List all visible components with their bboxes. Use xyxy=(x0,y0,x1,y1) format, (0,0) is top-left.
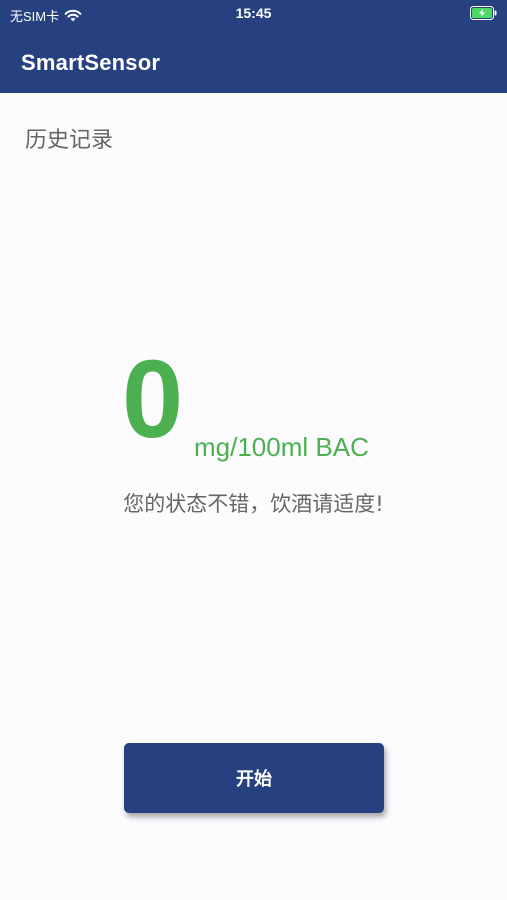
battery-charging-icon xyxy=(470,6,497,20)
start-button-label: 开始 xyxy=(236,769,272,790)
app-title: SmartSensor xyxy=(21,50,161,75)
history-link[interactable]: 历史记录 xyxy=(25,122,113,154)
clock: 15:45 xyxy=(235,5,272,21)
bac-reading-value: 0 xyxy=(122,338,184,461)
bac-reading-unit: mg/100ml BAC xyxy=(194,432,369,462)
status-bar: 无SIM卡 15:45 xyxy=(0,0,507,28)
app-screen: 无SIM卡 15:45 SmartSensor 历史记录 0 mg/100ml … xyxy=(0,0,507,900)
start-button[interactable]: 开始 xyxy=(124,743,384,813)
app-header: 无SIM卡 15:45 SmartSensor xyxy=(0,0,507,93)
status-message: 您的状态不错，饮酒请适度! xyxy=(123,492,384,516)
